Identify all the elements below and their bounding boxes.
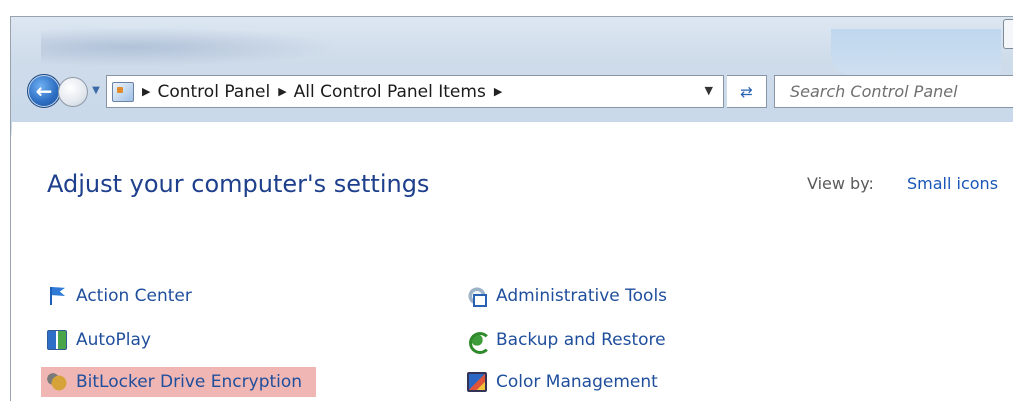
breadcrumb-control-panel[interactable]: Control Panel	[157, 82, 270, 102]
item-administrative-tools[interactable]: Administrative Tools	[467, 281, 667, 311]
breadcrumb-all-items[interactable]: All Control Panel Items	[294, 82, 486, 102]
chevron-down-icon: ▼	[92, 85, 100, 96]
window-caption-button[interactable]	[1003, 19, 1013, 49]
item-backup-restore[interactable]: Backup and Restore	[467, 325, 666, 355]
item-label: BitLocker Drive Encryption	[76, 372, 303, 392]
content-pane: Adjust your computer's settings View by:…	[12, 122, 1013, 401]
view-by-dropdown[interactable]: Small icons	[907, 174, 998, 193]
refresh-button[interactable]: ⇄	[727, 75, 767, 108]
item-label: AutoPlay	[76, 330, 151, 350]
item-label: Action Center	[76, 286, 192, 306]
address-bar[interactable]: ▶ Control Panel ▶ All Control Panel Item…	[106, 75, 724, 108]
view-by-label: View by:	[807, 174, 874, 193]
back-button[interactable]: ←	[27, 74, 61, 108]
item-label: Administrative Tools	[496, 286, 668, 306]
breadcrumb-separator-icon[interactable]: ▶	[278, 85, 286, 98]
breadcrumb-separator-icon[interactable]: ▶	[142, 85, 150, 98]
title-bar-glass	[41, 27, 341, 67]
color-management-icon	[467, 372, 487, 392]
search-input[interactable]	[790, 82, 1010, 101]
back-arrow-icon: ←	[35, 79, 53, 103]
autoplay-icon	[47, 330, 67, 350]
item-autoplay[interactable]: AutoPlay	[47, 325, 151, 355]
administrative-tools-icon	[467, 286, 487, 307]
forward-button[interactable]	[58, 77, 88, 107]
item-label: Color Management	[496, 372, 658, 392]
flag-icon	[47, 286, 67, 306]
navigation-bar: ← ▼ ▶ Control Panel ▶ All Control Panel …	[27, 74, 1013, 114]
page-title: Adjust your computer's settings	[47, 170, 430, 198]
control-panel-window: ← ▼ ▶ Control Panel ▶ All Control Panel …	[10, 16, 1013, 401]
item-label: Backup and Restore	[496, 330, 666, 350]
item-bitlocker[interactable]: BitLocker Drive Encryption	[41, 367, 317, 397]
bitlocker-icon	[47, 372, 67, 392]
control-panel-icon	[112, 81, 134, 102]
window-outside	[0, 0, 10, 401]
item-action-center[interactable]: Action Center	[47, 281, 192, 311]
search-box[interactable]	[774, 75, 1013, 108]
item-color-management[interactable]: Color Management	[467, 367, 658, 397]
refresh-icon: ⇄	[740, 82, 753, 101]
breadcrumb-separator-icon[interactable]: ▶	[494, 85, 502, 98]
recent-pages-button[interactable]: ▼	[90, 85, 102, 97]
address-dropdown-button[interactable]: ▼	[705, 84, 713, 97]
title-bar-highlight	[831, 29, 1001, 75]
backup-restore-icon	[467, 330, 491, 354]
